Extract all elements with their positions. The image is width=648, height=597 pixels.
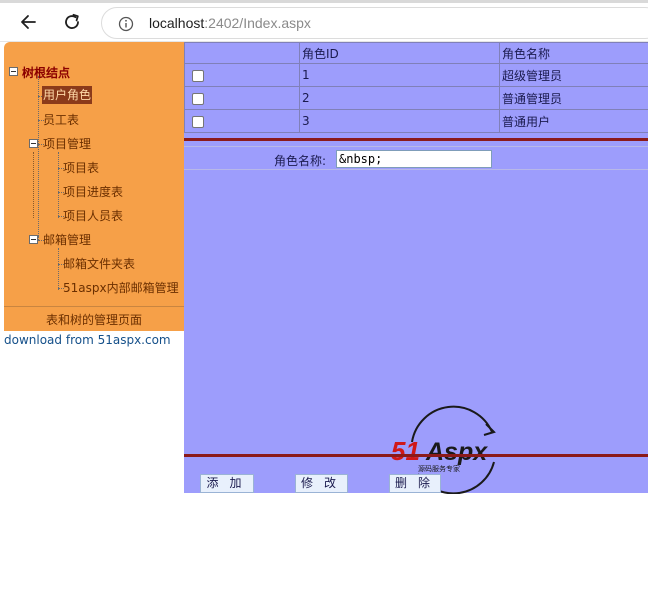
role-name-cell: 普通用户 bbox=[499, 109, 648, 133]
tree-line bbox=[33, 152, 34, 218]
tree-item-project-progress[interactable]: 项目进度表 bbox=[63, 184, 123, 200]
role-name-form-row: 角色名称: bbox=[184, 146, 648, 170]
row-select-cell bbox=[184, 86, 300, 110]
row-select-cell bbox=[184, 109, 300, 133]
reload-button[interactable] bbox=[61, 11, 83, 33]
tree-item-user-role[interactable]: 用户角色 bbox=[42, 86, 93, 104]
divider-bottom bbox=[184, 454, 648, 457]
tree-line bbox=[58, 152, 59, 218]
browser-toolbar: localhost:2402/Index.aspx bbox=[0, 0, 648, 42]
row-checkbox[interactable] bbox=[192, 69, 204, 82]
tree-root[interactable]: 树根结点 bbox=[22, 65, 70, 81]
site-info-icon[interactable] bbox=[118, 16, 134, 32]
table-row: 3 普通用户 bbox=[184, 109, 648, 133]
tree-item-mail-folder[interactable]: 邮箱文件夹表 bbox=[63, 256, 135, 272]
column-header-role-id: 角色ID bbox=[299, 42, 500, 64]
column-header-select bbox=[184, 42, 300, 64]
role-id-cell: 2 bbox=[299, 86, 500, 110]
logo-tagline: 源码服务专家 bbox=[418, 464, 460, 473]
main-content: 角色ID 角色名称 1 超级管理员 2 普通管理员 3 普通用户 角色名称: 5… bbox=[184, 42, 648, 494]
divider-top bbox=[184, 138, 648, 141]
logo-brand-aspx: Aspx bbox=[425, 438, 488, 466]
tree-line bbox=[38, 236, 39, 240]
role-table: 角色ID 角色名称 1 超级管理员 2 普通管理员 3 普通用户 bbox=[184, 42, 648, 133]
tree-item-internal-mail[interactable]: 51aspx内部邮箱管理 bbox=[63, 280, 179, 296]
add-button[interactable]: 添加 bbox=[200, 474, 254, 493]
column-header-role-name: 角色名称 bbox=[499, 42, 648, 64]
role-name-cell: 超级管理员 bbox=[499, 63, 648, 87]
tab-strip-edge bbox=[0, 0, 648, 3]
tree-line bbox=[38, 76, 39, 236]
collapse-mail-toggle-icon[interactable] bbox=[29, 235, 38, 244]
table-row: 2 普通管理员 bbox=[184, 86, 648, 110]
tree-item-employee[interactable]: 员工表 bbox=[43, 112, 79, 128]
tree-caption: 表和树的管理页面 bbox=[4, 306, 184, 331]
tree-item-mail-mgmt[interactable]: 邮箱管理 bbox=[43, 232, 91, 248]
tree-panel: 树根结点 用户角色 员工表 项目管理 项目表 项目进度表 项目人员表 邮箱管理 … bbox=[4, 42, 184, 331]
row-checkbox[interactable] bbox=[192, 115, 204, 128]
collapse-project-toggle-icon[interactable] bbox=[29, 139, 38, 148]
role-name-cell: 普通管理员 bbox=[499, 86, 648, 110]
role-name-label: 角色名称: bbox=[274, 154, 327, 168]
back-button[interactable] bbox=[17, 11, 39, 33]
url-text: localhost:2402/Index.aspx bbox=[149, 15, 311, 31]
role-id-cell: 1 bbox=[299, 63, 500, 87]
table-header-row: 角色ID 角色名称 bbox=[184, 42, 648, 64]
url-path: :2402/Index.aspx bbox=[204, 15, 311, 31]
collapse-root-toggle-icon[interactable] bbox=[9, 67, 18, 76]
role-name-input[interactable] bbox=[336, 150, 492, 168]
logo-brand-51: 51 bbox=[391, 436, 420, 466]
url-host: localhost bbox=[149, 15, 205, 31]
edit-button[interactable]: 修改 bbox=[295, 474, 348, 493]
address-bar[interactable]: localhost:2402/Index.aspx bbox=[101, 7, 648, 39]
delete-button[interactable]: 删除 bbox=[389, 474, 441, 493]
back-arrow-icon bbox=[21, 15, 36, 29]
tree-item-project-mgmt[interactable]: 项目管理 bbox=[43, 136, 91, 152]
row-select-cell bbox=[184, 63, 300, 87]
tree-line bbox=[58, 248, 59, 290]
reload-icon bbox=[65, 13, 79, 29]
tree-item-project-table[interactable]: 项目表 bbox=[63, 160, 99, 176]
role-id-cell: 3 bbox=[299, 109, 500, 133]
row-checkbox[interactable] bbox=[192, 92, 204, 105]
table-row: 1 超级管理员 bbox=[184, 63, 648, 87]
download-text: download from 51aspx.com bbox=[4, 333, 171, 347]
tree-item-project-staff[interactable]: 项目人员表 bbox=[63, 208, 123, 224]
